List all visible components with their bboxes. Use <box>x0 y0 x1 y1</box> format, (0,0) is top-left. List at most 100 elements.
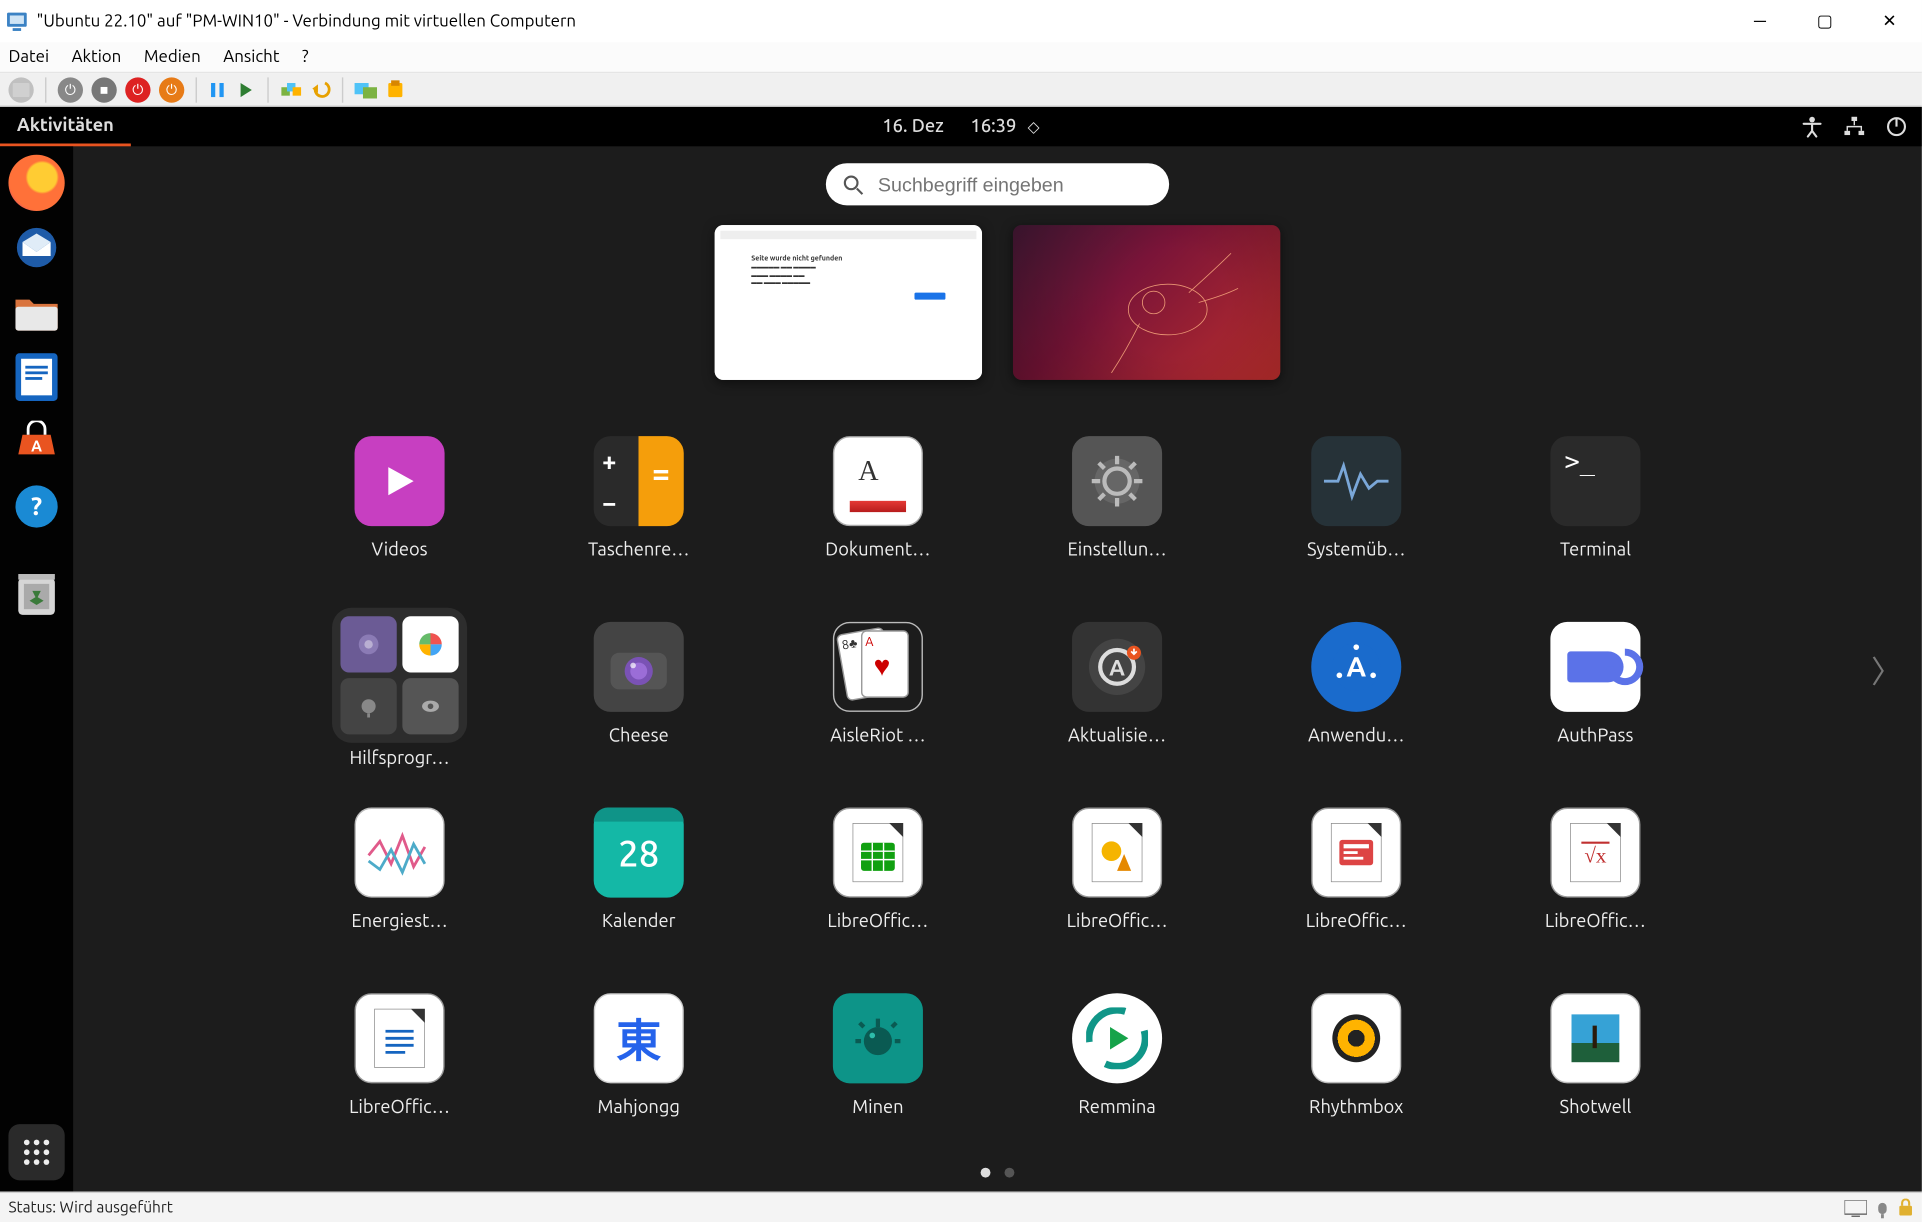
enhanced-session-button[interactable] <box>355 79 378 99</box>
close-button[interactable]: ✕ <box>1857 0 1922 42</box>
host-title: "Ubuntu 22.10" auf "PM-WIN10" - Verbindu… <box>37 12 576 30</box>
dock-trash[interactable] <box>8 566 64 622</box>
app-label: LibreOffic… <box>1067 912 1168 932</box>
menu-ansicht[interactable]: Ansicht <box>223 48 279 66</box>
app-label: AisleRiot … <box>830 726 925 746</box>
dock-thunderbird[interactable] <box>8 219 64 275</box>
host-window: "Ubuntu 22.10" auf "PM-WIN10" - Verbindu… <box>0 0 1922 1222</box>
host-status-bar: Status: Wird ausgeführt <box>0 1192 1922 1222</box>
app-libreoffice-math[interactable]: √x LibreOffic… <box>1483 799 1708 985</box>
shutdown-button[interactable]: ⏻ <box>125 77 150 102</box>
app-label: Kalender <box>602 912 676 932</box>
reset-button[interactable] <box>236 79 256 99</box>
svg-text:A: A <box>1109 655 1125 680</box>
checkpoint-button[interactable] <box>280 79 303 99</box>
folder-icon <box>332 608 467 743</box>
app-label: Dokument… <box>825 540 930 560</box>
app-grid: Videos + − = Taschenre… A Dokument… <box>73 428 1922 1136</box>
vm-display: Aktivitäten 16. Dez 16:39 ◇ <box>0 107 1922 1192</box>
app-label: Hilfsprogr… <box>350 748 450 768</box>
app-cheese[interactable]: Cheese <box>526 613 751 799</box>
app-settings[interactable]: Einstellun… <box>1005 428 1230 614</box>
app-label: Systemüb… <box>1307 540 1405 560</box>
app-libreoffice-calc[interactable]: LibreOffic… <box>765 799 990 985</box>
app-label: Einstellun… <box>1068 540 1167 560</box>
gnome-topbar: Aktivitäten 16. Dez 16:39 ◇ <box>0 107 1922 146</box>
app-rhythmbox[interactable]: Rhythmbox <box>1244 985 1469 1171</box>
dock-files[interactable] <box>8 284 64 340</box>
menu-help[interactable]: ? <box>302 48 309 66</box>
save-button[interactable]: ⏻ <box>159 77 184 102</box>
app-calculator[interactable]: + − = Taschenre… <box>526 428 751 614</box>
page-indicator <box>981 1168 1015 1178</box>
app-label: Cheese <box>609 726 669 746</box>
search-input[interactable] <box>875 172 1152 197</box>
turnoff-button[interactable]: ■ <box>91 77 116 102</box>
clock[interactable]: 16. Dez 16:39 ◇ <box>882 117 1039 137</box>
app-authpass[interactable]: AuthPass <box>1483 613 1708 799</box>
app-terminal[interactable]: >_ Terminal <box>1483 428 1708 614</box>
speaker-icon[interactable] <box>1875 1198 1889 1218</box>
accessibility-icon[interactable] <box>1801 115 1824 138</box>
app-label: Mahjongg <box>598 1097 680 1117</box>
app-libreoffice-writer[interactable]: LibreOffic… <box>287 985 512 1171</box>
start-button[interactable]: ⏻ <box>58 77 83 102</box>
app-label: Minen <box>852 1097 903 1117</box>
app-remmina[interactable]: Remmina <box>1005 985 1230 1171</box>
lock-icon[interactable] <box>1898 1199 1913 1217</box>
app-libreoffice-draw[interactable]: LibreOffic… <box>1005 799 1230 985</box>
app-label: Rhythmbox <box>1309 1097 1403 1117</box>
network-icon[interactable] <box>1843 115 1866 138</box>
pause-button[interactable] <box>208 79 228 99</box>
revert-button[interactable] <box>311 79 331 99</box>
next-page-button[interactable]: 〉 <box>1871 646 1902 691</box>
search-bar[interactable] <box>826 163 1169 205</box>
app-label: LibreOffic… <box>1545 912 1646 932</box>
workspace-1[interactable]: Seite wurde nicht gefunden▬▬▬▬▬ ▬▬ ▬▬▬▬▬… <box>715 225 982 380</box>
maximize-button[interactable]: ▢ <box>1792 0 1857 42</box>
dock-firefox[interactable] <box>8 155 64 211</box>
minimize-button[interactable]: ─ <box>1728 0 1793 42</box>
app-calendar[interactable]: 28 Kalender <box>526 799 751 985</box>
dock-software[interactable]: A <box>8 414 64 470</box>
app-libreoffice-impress[interactable]: LibreOffic… <box>1244 799 1469 985</box>
workspace-2[interactable] <box>1013 225 1280 380</box>
app-videos[interactable]: Videos <box>287 428 512 614</box>
activities-button[interactable]: Aktivitäten <box>0 107 131 146</box>
app-mahjongg[interactable]: 東 Mahjongg <box>526 985 751 1171</box>
date-label: 16. Dez <box>882 117 943 137</box>
app-label: LibreOffic… <box>827 912 928 932</box>
app-aisleriot[interactable]: 8♣ A♥ AisleRiot … <box>765 613 990 799</box>
app-label: Shotwell <box>1560 1097 1632 1117</box>
display-config-icon[interactable] <box>1844 1199 1867 1216</box>
dock-writer[interactable] <box>8 349 64 405</box>
app-mines[interactable]: Minen <box>765 985 990 1171</box>
svg-text:A: A <box>1346 652 1366 683</box>
svg-text:?: ? <box>31 491 42 520</box>
app-document-scanner[interactable]: A Dokument… <box>765 428 990 614</box>
dock: A ? <box>0 146 73 1191</box>
menu-datei[interactable]: Datei <box>8 48 49 66</box>
app-label: Anwendu… <box>1308 726 1404 746</box>
share-button[interactable] <box>385 79 405 99</box>
app-utilities-folder[interactable]: Hilfsprogr… <box>287 613 512 799</box>
app-shotwell[interactable]: Shotwell <box>1483 985 1708 1171</box>
show-apps-button[interactable] <box>8 1124 64 1180</box>
page-dot-1[interactable] <box>981 1168 991 1178</box>
app-label: Aktualisie… <box>1068 726 1166 746</box>
app-software[interactable]: A Anwendu… <box>1244 613 1469 799</box>
menu-aktion[interactable]: Aktion <box>72 48 122 66</box>
ctrl-alt-del-button[interactable] <box>8 77 33 102</box>
host-toolbar: ⏻ ■ ⏻ ⏻ <box>0 73 1922 107</box>
app-label: LibreOffic… <box>1306 912 1407 932</box>
page-dot-2[interactable] <box>1005 1168 1015 1178</box>
app-updater[interactable]: A Aktualisie… <box>1005 613 1230 799</box>
app-system-monitor[interactable]: Systemüb… <box>1244 428 1469 614</box>
mahjongg-glyph: 東 <box>616 1006 661 1071</box>
power-icon[interactable] <box>1885 115 1908 138</box>
app-label: LibreOffic… <box>349 1097 450 1117</box>
app-power-statistics[interactable]: Energiest… <box>287 799 512 985</box>
calendar-day: 28 <box>618 832 659 873</box>
menu-medien[interactable]: Medien <box>144 48 201 66</box>
dock-help[interactable]: ? <box>8 478 64 534</box>
